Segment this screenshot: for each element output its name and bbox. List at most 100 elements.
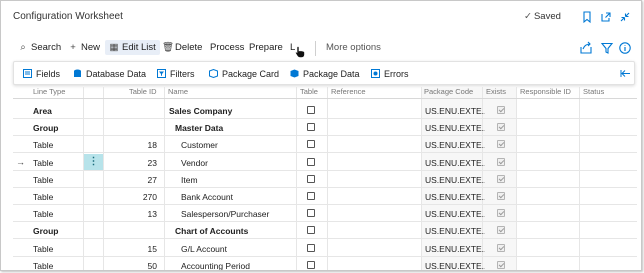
name-cell[interactable]: Chart of Accounts (175, 226, 303, 236)
column-header-reference[interactable]: Reference (331, 87, 366, 96)
table-row[interactable]: Area Sales Company US.ENU.EXTE... (13, 102, 637, 119)
package-code-cell[interactable]: US.ENU.EXTE... (425, 192, 485, 202)
line-type-cell[interactable]: Group (33, 226, 83, 236)
name-cell[interactable]: Bank Account (181, 192, 309, 202)
package-code-cell[interactable]: US.ENU.EXTE... (425, 175, 485, 185)
line-type-cell[interactable]: Group (33, 123, 83, 133)
table-row[interactable]: Group Master Data US.ENU.EXTE... (13, 119, 637, 137)
table-checkbox[interactable] (307, 260, 315, 269)
name-cell[interactable]: Vendor (181, 158, 309, 168)
table-id-cell[interactable]: 23 (115, 158, 157, 168)
column-header-responsible-id[interactable]: Responsible ID (520, 87, 571, 96)
package-code-cell[interactable]: US.ENU.EXTE... (425, 261, 485, 270)
mouse-pointer-icon (295, 46, 305, 58)
saved-label: Saved (533, 11, 561, 22)
line-type-cell[interactable]: Table (33, 175, 83, 185)
package-data-button[interactable]: Package Data (290, 69, 360, 79)
exists-checkbox (497, 174, 505, 183)
line-type-cell[interactable]: Table (33, 140, 83, 150)
exists-checkbox (497, 260, 505, 269)
table-checkbox[interactable] (307, 192, 315, 200)
column-header-name[interactable]: Name (168, 87, 188, 96)
table-id-cell[interactable]: 13 (115, 209, 157, 219)
table-id-cell[interactable]: 18 (115, 140, 157, 150)
table-row[interactable]: Group Chart of Accounts US.ENU.EXTE... (13, 222, 637, 240)
table-row[interactable]: Table 15 G/L Account US.ENU.EXTE... (13, 240, 637, 257)
name-cell[interactable]: Sales Company (169, 106, 297, 116)
package-code-cell[interactable]: US.ENU.EXTE... (425, 209, 485, 219)
table-checkbox[interactable] (307, 123, 315, 132)
exists-checkbox (497, 140, 505, 149)
open-new-window-icon[interactable] (599, 10, 613, 24)
name-cell[interactable]: Customer (181, 140, 309, 150)
exists-checkbox (497, 192, 505, 200)
package-card-button[interactable]: Package Card (209, 69, 279, 79)
search-label: Search (31, 42, 62, 53)
share-icon[interactable] (579, 41, 593, 55)
line-type-cell[interactable]: Table (33, 244, 83, 254)
column-header-package-code[interactable]: Package Code (424, 87, 473, 96)
package-code-cell[interactable]: US.ENU.EXTE... (425, 123, 485, 133)
search-icon: ⌕ (20, 42, 26, 53)
fields-button[interactable]: Fields (23, 69, 60, 79)
package-code-cell[interactable]: US.ENU.EXTE... (425, 140, 485, 150)
exists-checkbox (497, 243, 505, 252)
edit-list-button[interactable]: ▦ Edit List (105, 40, 160, 55)
collapse-pane-icon[interactable] (620, 69, 631, 78)
table-checkbox[interactable] (307, 174, 315, 183)
table-row[interactable]: Table 18 Customer US.ENU.EXTE... (13, 136, 637, 154)
column-header-status[interactable]: Status (583, 87, 604, 96)
search-button[interactable]: ⌕ Search (18, 42, 61, 53)
column-header-exists[interactable]: Exists (486, 87, 506, 96)
table-checkbox[interactable] (307, 106, 315, 114)
package-code-cell[interactable]: US.ENU.EXTE... (425, 226, 485, 236)
errors-label: Errors (384, 69, 409, 79)
name-cell[interactable]: G/L Account (181, 244, 309, 254)
line-type-cell[interactable]: Table (33, 192, 83, 202)
more-options-label: More options (326, 42, 381, 53)
package-code-cell[interactable]: US.ENU.EXTE... (425, 106, 485, 116)
table-id-cell[interactable]: 270 (115, 192, 157, 202)
table-checkbox[interactable] (307, 226, 315, 235)
table-id-cell[interactable]: 15 (115, 244, 157, 254)
new-button[interactable]: + New (68, 42, 100, 53)
table-row[interactable]: Table 270 Bank Account US.ENU.EXTE... (13, 188, 637, 205)
name-cell[interactable]: Salesperson/Purchaser (181, 209, 309, 219)
fields-label: Fields (36, 69, 61, 79)
bookmark-icon[interactable] (580, 10, 594, 24)
column-header-table-id[interactable]: Table ID (129, 87, 157, 96)
line-type-cell[interactable]: Table (33, 261, 83, 270)
table-id-cell[interactable]: 50 (115, 261, 157, 270)
exists-checkbox (497, 157, 505, 166)
row-actions-menu-icon[interactable]: ⋮ (84, 153, 103, 170)
column-header-line-type[interactable]: Line Type (33, 87, 65, 96)
name-cell[interactable]: Item (181, 175, 309, 185)
column-header-table[interactable]: Table (300, 87, 318, 96)
database-data-button[interactable]: Database Data (73, 69, 146, 79)
line-type-cell[interactable]: Table (33, 158, 83, 168)
line-type-cell[interactable]: Table (33, 209, 83, 219)
table-row[interactable]: Table 27 Item US.ENU.EXTE... (13, 171, 637, 188)
filter-icon[interactable] (600, 41, 614, 55)
table-row[interactable]: Table 13 Salesperson/Purchaser US.ENU.EXTE.… (13, 205, 637, 223)
filters-button[interactable]: Filters (157, 69, 195, 79)
package-code-cell[interactable]: US.ENU.EXTE... (425, 244, 485, 254)
factbox-info-icon[interactable] (618, 41, 632, 55)
package-code-cell[interactable]: US.ENU.EXTE... (425, 158, 485, 168)
table-checkbox[interactable] (307, 209, 315, 218)
process-menu[interactable]: Process (210, 42, 244, 53)
table-row[interactable]: → ⋮ Table 23 Vendor US.ENU.EXTE... (13, 153, 637, 171)
table-id-cell[interactable]: 27 (115, 175, 157, 185)
collapse-icon[interactable] (618, 10, 632, 24)
name-cell[interactable]: Master Data (175, 123, 303, 133)
table-checkbox[interactable] (307, 243, 315, 252)
name-cell[interactable]: Accounting Period (181, 261, 309, 270)
line-type-cell[interactable]: Area (33, 106, 83, 116)
prepare-menu[interactable]: Prepare (249, 42, 283, 53)
table-checkbox[interactable] (307, 140, 315, 149)
errors-button[interactable]: Errors (371, 69, 409, 79)
delete-button[interactable]: 🗑︎Delete (162, 42, 202, 53)
more-options-button[interactable]: More options (326, 42, 381, 53)
table-checkbox[interactable] (307, 157, 315, 166)
table-row[interactable]: Table 50 Accounting Period US.ENU.EXTE... (13, 257, 637, 270)
